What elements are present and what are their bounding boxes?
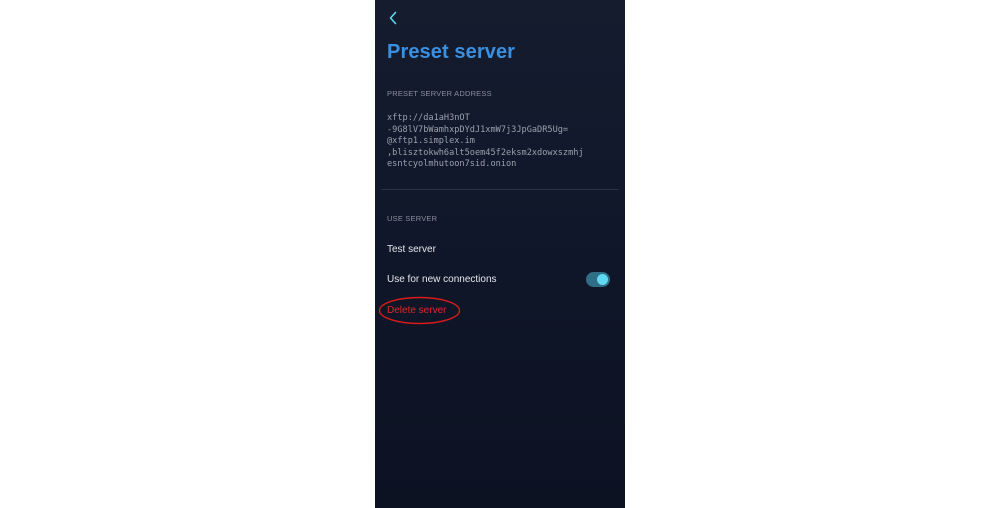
chevron-left-icon	[389, 11, 397, 25]
section-header-use-server: USE SERVER	[387, 214, 438, 223]
delete-server-button[interactable]: Delete server	[387, 305, 446, 316]
back-button[interactable]	[384, 9, 402, 27]
address-line: -9G8lV7bWamhxpDYdJ1xmW7j3JpGaDR5Ug=	[387, 124, 569, 135]
test-server-button[interactable]: Test server	[387, 244, 436, 255]
use-for-new-connections-toggle[interactable]	[586, 272, 610, 287]
delete-server-annotation: Delete server	[378, 296, 461, 325]
address-line: @xftp1.simplex.im	[387, 136, 475, 146]
address-line: xftp://da1aH3nOT	[387, 113, 470, 123]
server-address: xftp://da1aH3nOT -9G8lV7bWamhxpDYdJ1xmW7…	[387, 113, 617, 171]
page-title: Preset server	[387, 41, 516, 63]
address-line: esntcyolmhutoon7sid.onion	[387, 159, 517, 169]
app-screen: Preset server PRESET SERVER ADDRESS xftp…	[375, 0, 625, 508]
use-for-new-connections-label: Use for new connections	[387, 274, 497, 285]
section-divider	[381, 189, 619, 190]
toggle-knob	[597, 274, 608, 285]
address-line: ,blisztokwh6alt5oem45f2eksm2xdowxszmhj	[387, 147, 584, 158]
section-header-address: PRESET SERVER ADDRESS	[387, 89, 492, 98]
